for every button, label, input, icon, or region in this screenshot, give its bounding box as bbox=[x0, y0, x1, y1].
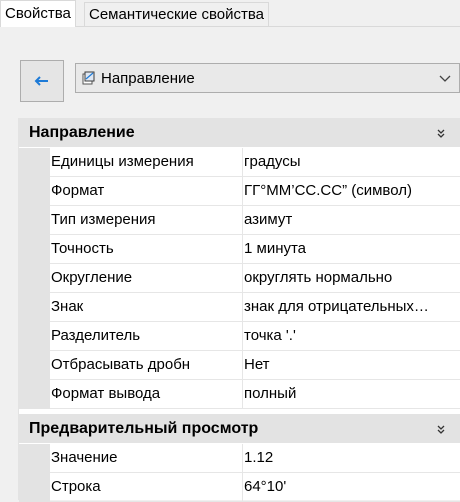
property-name: Единицы измерения bbox=[50, 148, 243, 176]
row-gutter bbox=[19, 293, 50, 322]
property-name: Строка bbox=[50, 473, 243, 501]
direction-icon bbox=[82, 71, 95, 85]
property-row[interactable]: Знак знак для отрицательных… bbox=[19, 293, 460, 322]
property-name: Значение bbox=[50, 444, 243, 472]
property-value[interactable]: 1 минута bbox=[244, 235, 459, 263]
property-row[interactable]: Округление округлять нормально bbox=[19, 264, 460, 293]
section-title: Направление bbox=[29, 123, 135, 141]
property-row[interactable]: Формат вывода полный bbox=[19, 380, 460, 409]
property-row[interactable]: Значение 1.12 bbox=[19, 444, 460, 473]
section-title: Предварительный просмотр bbox=[29, 419, 259, 437]
property-name: Точность bbox=[50, 235, 243, 263]
property-name: Округление bbox=[50, 264, 243, 292]
property-value[interactable]: градусы bbox=[244, 148, 459, 176]
row-gutter bbox=[19, 264, 50, 293]
property-name: Знак bbox=[50, 293, 243, 321]
property-grid: Направление Единицы измерения градусы Фо… bbox=[18, 118, 460, 502]
property-row[interactable]: Единицы измерения градусы bbox=[19, 148, 460, 177]
double-chevron-up-icon[interactable] bbox=[435, 127, 447, 139]
row-gutter bbox=[19, 177, 50, 206]
row-gutter bbox=[19, 322, 50, 351]
row-gutter bbox=[19, 148, 50, 177]
object-type-label: Направление bbox=[101, 69, 195, 87]
property-row[interactable]: Разделитель точка '.' bbox=[19, 322, 460, 351]
row-gutter bbox=[19, 444, 50, 473]
property-row[interactable]: Отбрасывать дробн Нет bbox=[19, 351, 460, 380]
arrow-left-icon bbox=[34, 76, 48, 86]
tab-semantic-properties[interactable]: Семантические свойства bbox=[84, 2, 270, 26]
section-header-direction[interactable]: Направление bbox=[19, 118, 460, 147]
chevron-down-icon[interactable] bbox=[437, 70, 453, 86]
row-gutter bbox=[19, 380, 50, 409]
tab-bar: Свойства Семантические свойства bbox=[0, 0, 460, 27]
property-value[interactable]: азимут bbox=[244, 206, 459, 234]
property-value[interactable]: полный bbox=[244, 380, 459, 408]
property-name: Отбрасывать дробн bbox=[50, 351, 243, 379]
tab-properties[interactable]: Свойства bbox=[0, 0, 76, 27]
property-value[interactable]: ГГ°ММ’СС.СС” (символ) bbox=[244, 177, 459, 205]
property-value[interactable]: 1.12 bbox=[244, 444, 459, 472]
property-value[interactable]: Нет bbox=[244, 351, 459, 379]
property-value[interactable]: точка '.' bbox=[244, 322, 459, 350]
section-header-preview[interactable]: Предварительный просмотр bbox=[19, 414, 460, 443]
property-value[interactable]: знак для отрицательных… bbox=[244, 293, 459, 321]
property-name: Формат bbox=[50, 177, 243, 205]
row-gutter bbox=[19, 206, 50, 235]
row-gutter bbox=[19, 473, 50, 502]
row-gutter bbox=[19, 351, 50, 380]
property-row[interactable]: Формат ГГ°ММ’СС.СС” (символ) bbox=[19, 177, 460, 206]
property-name: Разделитель bbox=[50, 322, 243, 350]
double-chevron-up-icon[interactable] bbox=[435, 423, 447, 435]
property-name: Тип измерения bbox=[50, 206, 243, 234]
property-value[interactable]: 64°10' bbox=[244, 473, 459, 501]
property-row[interactable]: Строка 64°10' bbox=[19, 473, 460, 502]
back-button[interactable] bbox=[20, 60, 64, 102]
object-type-select[interactable]: Направление bbox=[75, 63, 460, 93]
property-value[interactable]: округлять нормально bbox=[244, 264, 459, 292]
row-gutter bbox=[19, 235, 50, 264]
property-row[interactable]: Точность 1 минута bbox=[19, 235, 460, 264]
property-row[interactable]: Тип измерения азимут bbox=[19, 206, 460, 235]
property-name: Формат вывода bbox=[50, 380, 243, 408]
